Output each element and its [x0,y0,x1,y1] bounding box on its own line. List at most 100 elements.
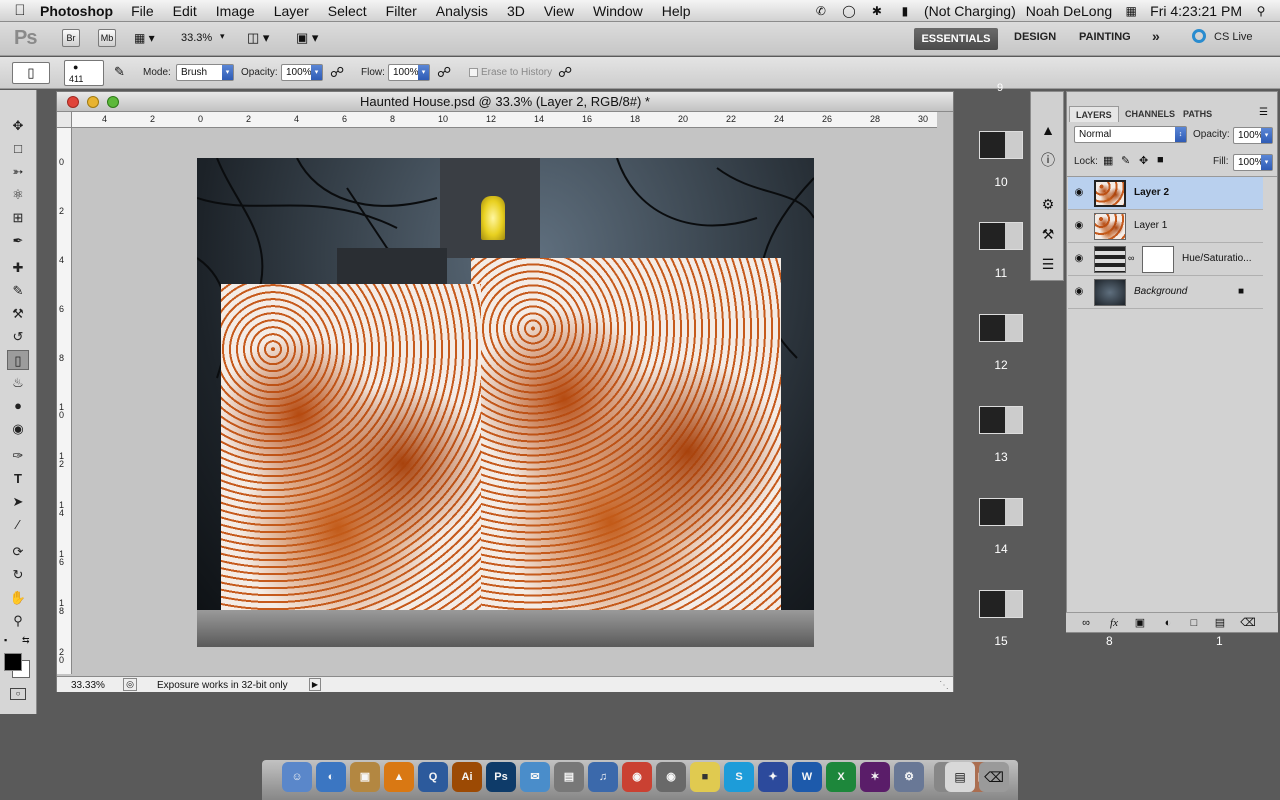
layer-mask-thumbnail[interactable] [1142,246,1174,273]
trash-icon[interactable]: ⌫ [979,762,1009,792]
crop-tool-icon[interactable]: ⊞ [7,208,29,228]
brush-panel-icon[interactable]: ✎ [114,64,125,80]
new-layer-icon[interactable]: ▤ [1212,615,1228,631]
screen-mode-icon[interactable]: ▣ ▾ [296,30,318,46]
menu-3d[interactable]: 3D [507,3,525,19]
menu-view[interactable]: View [544,3,574,19]
eyedropper-tool-icon[interactable]: ✒ [7,231,29,251]
battery-icon[interactable]: ▮ [896,4,914,18]
healing-brush-tool-icon[interactable]: ✚ [7,258,29,278]
menu-help[interactable]: Help [662,3,691,19]
layer-opacity-input[interactable]: 100% ▾ [1233,127,1273,144]
vertical-scrollbar[interactable] [939,128,953,674]
flow-input[interactable]: 100% ▾ [388,64,430,81]
minimize-window-icon[interactable] [87,96,99,108]
bluetooth-icon[interactable]: ✱ [868,4,886,18]
menu-select[interactable]: Select [328,3,367,19]
workspace-painting[interactable]: PAINTING [1079,31,1131,43]
documents-stack-icon[interactable]: ▤ [945,762,975,792]
illustrator-icon[interactable]: Ai [452,762,482,792]
quick-mask-icon[interactable]: ○ [10,688,26,700]
clone-source-icon[interactable]: ⚒ [1039,226,1057,242]
type-tool-icon[interactable]: T [7,469,29,489]
zoom-tool-icon[interactable]: ⚲ [7,611,29,631]
eraser-tool-preset-icon[interactable]: ▯ [12,62,50,84]
thumbnail-13[interactable] [979,406,1023,434]
word-icon[interactable]: W [792,762,822,792]
dashboard-icon[interactable]: ◐ [316,762,346,792]
skype-icon[interactable]: S [724,762,754,792]
zoom-dropdown-icon[interactable]: ▾ [220,31,225,42]
spotlight-search-icon[interactable]: ⚲ [1252,4,1270,18]
new-group-icon[interactable]: □ [1186,615,1202,631]
menu-edit[interactable]: Edit [173,3,197,19]
tab-layers[interactable]: LAYERS [1069,106,1119,122]
chat-bubble-icon[interactable]: ◯ [840,4,858,18]
horizontal-ruler[interactable]: 4 2 0 2 4 6 8 10 12 14 16 18 20 22 24 26 28 30 [72,112,937,128]
marquee-tool-icon[interactable]: □ [7,139,29,159]
status-zoom[interactable]: 33.33% [71,678,105,693]
lock-all-icon[interactable]: ■ [1157,154,1164,166]
imovie-icon[interactable]: ✶ [860,762,890,792]
image-canvas[interactable] [197,158,814,647]
view-extras-icon[interactable]: ▦ ▾ [134,31,155,45]
menu-image[interactable]: Image [216,3,255,19]
menu-filter[interactable]: Filter [386,3,417,19]
paint-bucket-tool-icon[interactable]: ♨ [7,373,29,393]
thumbnail-10[interactable] [979,131,1023,159]
lock-position-icon[interactable]: ✥ [1139,154,1148,167]
thumbnail-11[interactable] [979,222,1023,250]
layer-row-layer-1[interactable]: ◉ Layer 1 [1068,210,1263,243]
menu-file[interactable]: File [131,3,154,19]
swap-colors-icon[interactable]: ⇆ [22,635,30,646]
menu-window[interactable]: Window [593,3,643,19]
arrange-documents-icon[interactable]: ◫ ▾ [247,30,269,46]
system-preferences-icon[interactable]: ⚙ [894,762,924,792]
panel-menu-icon[interactable]: ☰ [1259,107,1268,118]
blur-tool-icon[interactable]: ● [7,396,29,416]
layer-row-layer-2[interactable]: ◉ Layer 2 [1068,177,1263,210]
preview-icon[interactable]: ▤ [554,762,584,792]
brush-presets-icon[interactable]: ⚙ [1039,196,1057,212]
quicktime-icon[interactable]: Q [418,762,448,792]
apple-icon[interactable]:  [0,2,40,19]
eye-icon[interactable]: ◉ [1072,253,1086,265]
opacity-input[interactable]: 100% ▾ [281,64,323,81]
blend-mode-select[interactable]: Normal ↕ [1074,126,1187,143]
line-tool-icon[interactable]: ∕ [7,515,29,535]
more-workspaces-icon[interactable]: » [1152,28,1160,44]
hand-tool-icon[interactable]: ✋ [7,588,29,608]
erase-history-checkbox[interactable] [469,68,478,77]
user-name[interactable]: Noah DeLong [1026,3,1112,19]
bird-app-icon[interactable]: ✦ [758,762,788,792]
info-icon[interactable]: ⓘ [1039,152,1057,168]
thumbnail-14[interactable] [979,498,1023,526]
mini-bridge-button[interactable]: Mb [98,29,116,47]
menu-layer[interactable]: Layer [274,3,309,19]
eye-icon[interactable]: ◉ [1072,187,1086,199]
iphoto-icon[interactable]: ▣ [350,762,380,792]
workspace-design[interactable]: DESIGN [1014,31,1056,43]
menu-analysis[interactable]: Analysis [436,3,488,19]
dodge-tool-icon[interactable]: ◉ [7,419,29,439]
photoshop-icon[interactable]: Ps [486,762,516,792]
excel-icon[interactable]: X [826,762,856,792]
thumbnail-15[interactable] [979,590,1023,618]
tool-presets-icon[interactable]: ☰ [1039,256,1057,272]
brush-picker[interactable]: ● 411 [64,60,104,86]
clock[interactable]: Fri 4:23:21 PM [1150,3,1242,19]
lasso-tool-icon[interactable]: ➳ [7,162,29,182]
lock-transparency-icon[interactable]: ▦ [1103,154,1113,167]
pen-tool-icon[interactable]: ✑ [7,446,29,466]
eye-icon[interactable]: ◉ [1072,220,1086,232]
menu-app-name[interactable]: Photoshop [40,3,113,19]
tab-channels[interactable]: CHANNELS [1119,106,1181,122]
vlc-icon[interactable]: ▲ [384,762,414,792]
mode-select[interactable]: Brush ▾ [176,64,234,81]
calendar-icon[interactable]: ▦ [1122,4,1140,18]
brush-tool-icon[interactable]: ✎ [7,281,29,301]
fill-input[interactable]: 100% ▾ [1233,154,1273,171]
itunes-icon[interactable]: ♫ [588,762,618,792]
zoom-window-icon[interactable] [107,96,119,108]
move-tool-icon[interactable]: ✥ [7,116,29,136]
